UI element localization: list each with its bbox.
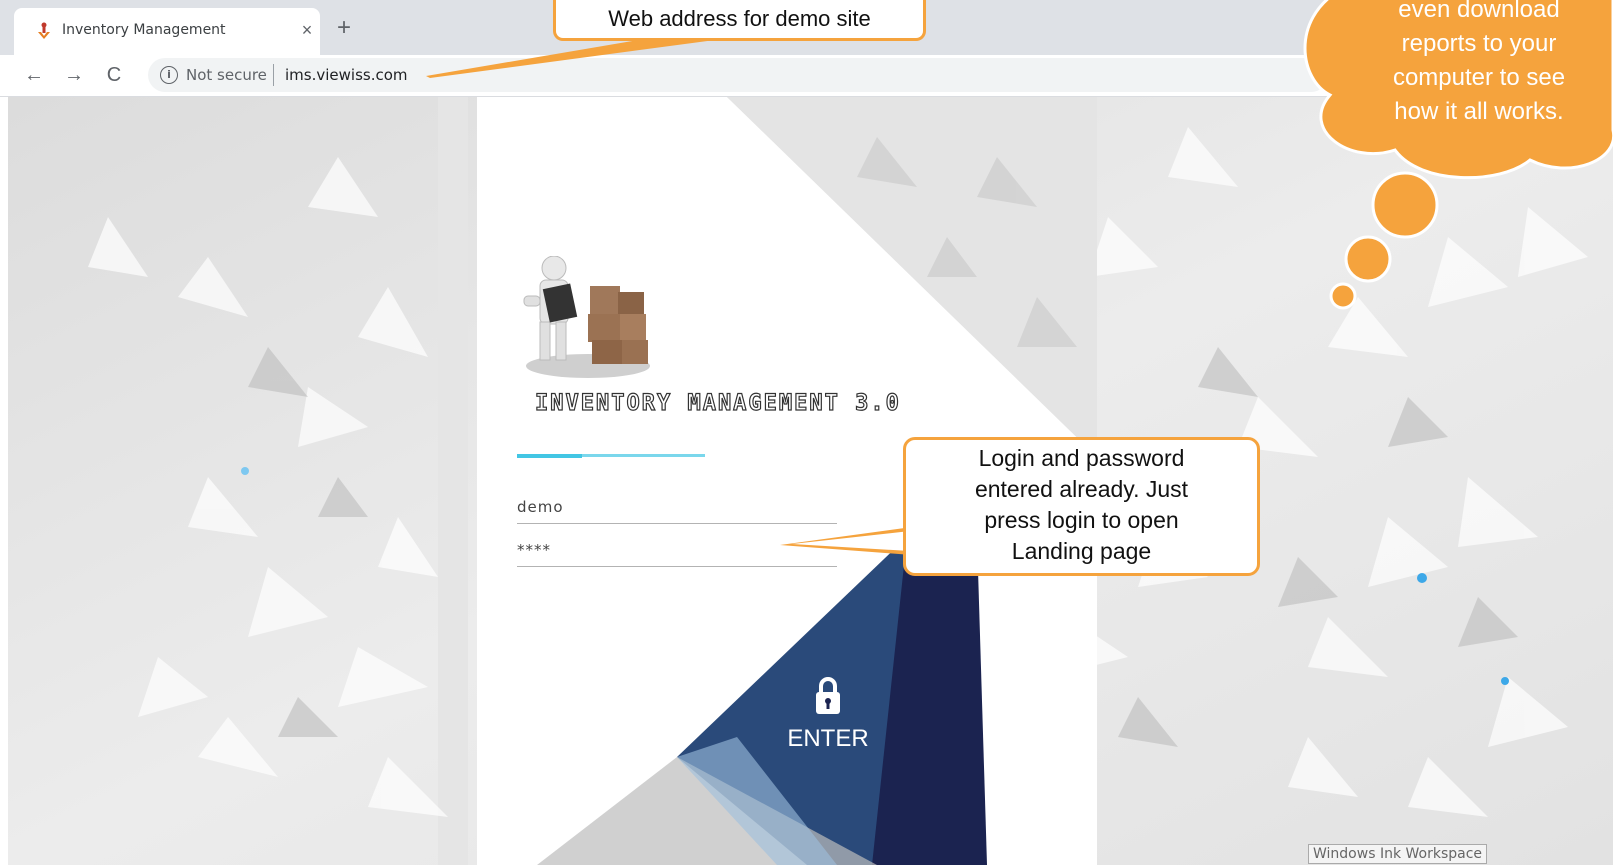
enter-label: ENTER bbox=[787, 725, 869, 752]
login-callout-line: press login to open bbox=[984, 507, 1179, 533]
tab-title: Inventory Management bbox=[62, 22, 226, 38]
separator bbox=[273, 64, 274, 86]
thought-line: computer to see bbox=[1392, 64, 1566, 91]
windows-ink-workspace-button[interactable]: Windows Ink Workspace bbox=[1308, 844, 1488, 864]
site-favicon-icon bbox=[38, 22, 50, 39]
url-text[interactable]: ims.viewiss.com bbox=[285, 66, 408, 84]
back-arrow-icon[interactable]: ← bbox=[20, 61, 48, 89]
username-field[interactable] bbox=[517, 491, 837, 524]
app-title-logo: INVENTORY MANAGEMENT 3.0 bbox=[534, 390, 901, 416]
password-field[interactable] bbox=[517, 534, 837, 567]
login-callout-line: Login and password bbox=[978, 445, 1185, 471]
login-callout: Login and password entered already. Just… bbox=[903, 437, 1260, 576]
address-bar[interactable]: i Not secure ims.viewiss.com bbox=[148, 58, 1328, 92]
enter-button[interactable]: ENTER bbox=[773, 676, 883, 756]
accent-underline-active bbox=[517, 454, 582, 458]
login-callout-line: entered already. Just bbox=[974, 476, 1189, 502]
browser-toolbar: ← → C i Not secure ims.viewiss.com bbox=[0, 55, 1613, 97]
thought-line: reports to your bbox=[1401, 30, 1557, 57]
login-callout-line: Landing page bbox=[1011, 538, 1152, 564]
reload-icon[interactable]: C bbox=[100, 61, 128, 89]
security-label: Not secure bbox=[186, 66, 267, 84]
info-icon[interactable]: i bbox=[160, 66, 178, 84]
browser-tab[interactable]: Inventory Management × bbox=[14, 8, 320, 55]
web-address-callout: Web address for demo site bbox=[553, 0, 926, 41]
thought-line: how it all works. bbox=[1394, 98, 1564, 125]
thought-bubble-text: even download reports to your computer t… bbox=[1374, 0, 1584, 129]
new-tab-button[interactable]: + bbox=[332, 16, 356, 40]
forward-arrow-icon[interactable]: → bbox=[60, 61, 88, 89]
inventory-worker-logo bbox=[523, 256, 650, 378]
lock-icon bbox=[816, 677, 840, 714]
thought-line: even download bbox=[1398, 0, 1560, 23]
close-tab-icon[interactable]: × bbox=[295, 18, 319, 42]
